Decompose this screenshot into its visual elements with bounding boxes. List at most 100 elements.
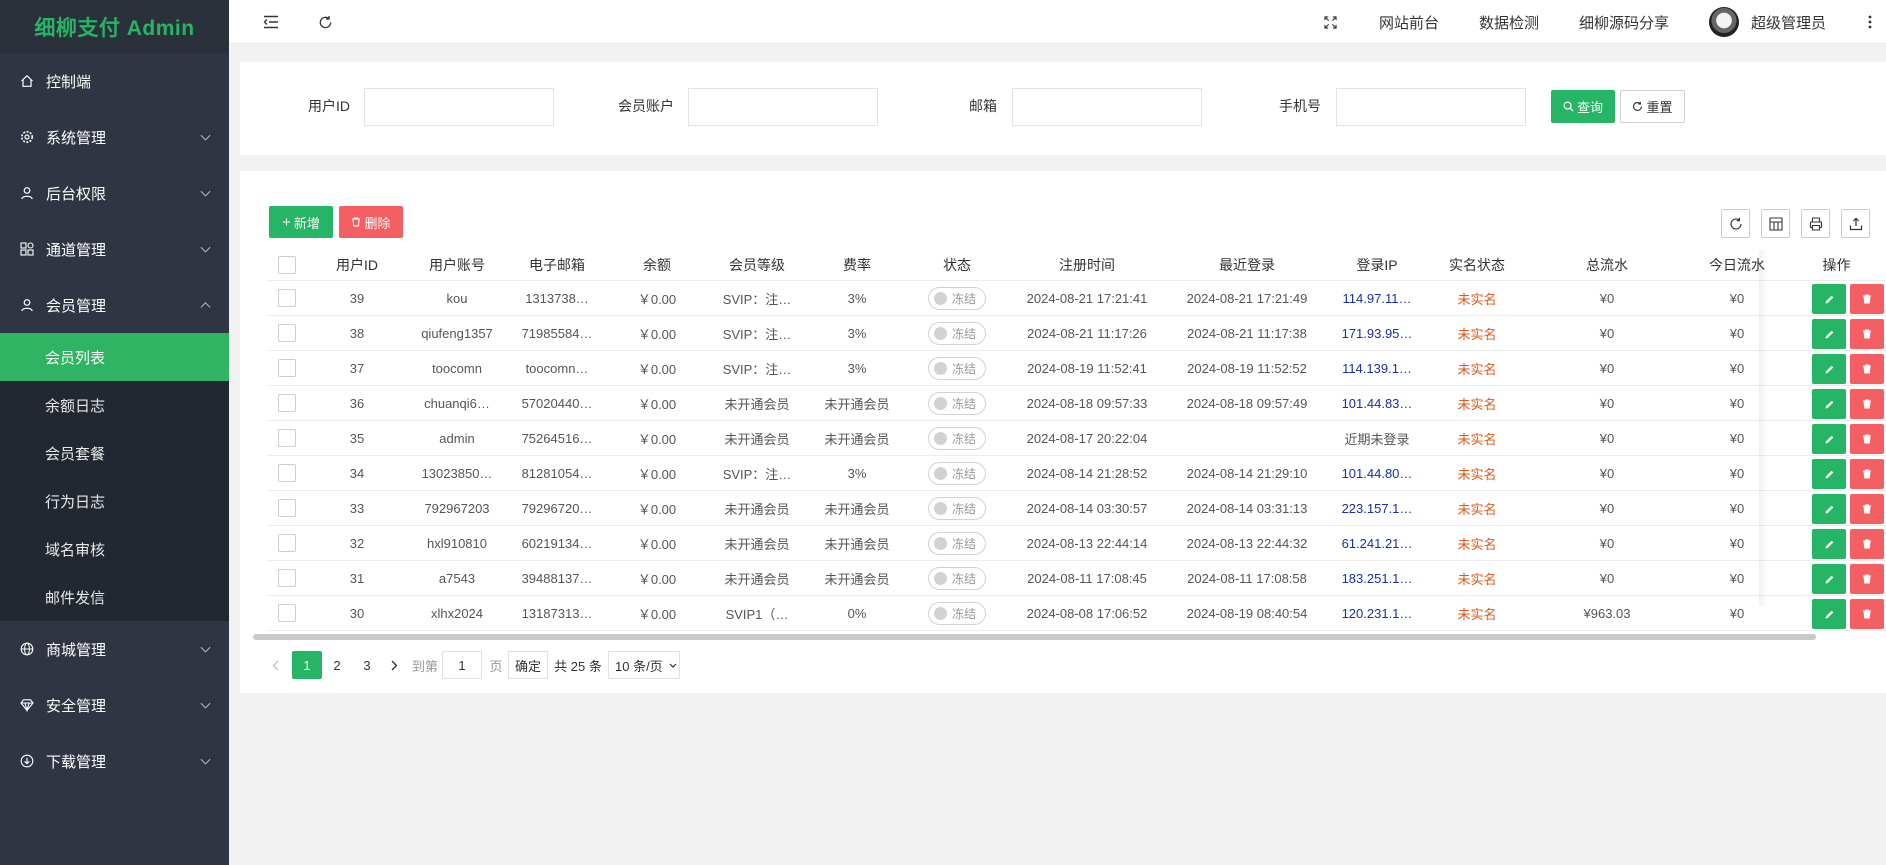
column-filter-button[interactable] xyxy=(1761,209,1790,238)
menu-item-dashboard[interactable]: 控制端 xyxy=(0,53,229,109)
sidebar-item-member-list[interactable]: 会员列表 xyxy=(0,333,229,381)
query-button[interactable]: 查询 xyxy=(1551,90,1615,123)
collapse-sidebar-button[interactable] xyxy=(263,0,279,44)
user-id-input[interactable] xyxy=(364,88,554,126)
edit-button[interactable] xyxy=(1812,319,1846,349)
edit-button[interactable] xyxy=(1812,564,1846,594)
delete-button[interactable]: 删除 xyxy=(339,206,403,238)
delete-row-button[interactable] xyxy=(1850,564,1884,594)
delete-row-button[interactable] xyxy=(1850,529,1884,559)
row-checkbox[interactable] xyxy=(278,324,296,342)
status-switch[interactable]: 冻结 xyxy=(928,531,986,555)
next-page-button[interactable] xyxy=(382,651,406,679)
edit-button[interactable] xyxy=(1812,459,1846,489)
row-checkbox[interactable] xyxy=(278,569,296,587)
header-link-site-front[interactable]: 网站前台 xyxy=(1379,0,1439,44)
menu-item-permissions[interactable]: 后台权限 xyxy=(0,165,229,221)
status-switch[interactable]: 冻结 xyxy=(928,566,986,590)
edit-button[interactable] xyxy=(1812,424,1846,454)
delete-row-button[interactable] xyxy=(1850,354,1884,384)
phone-input[interactable] xyxy=(1336,88,1526,126)
status-switch[interactable]: 冻结 xyxy=(928,496,986,520)
goto-confirm-button[interactable]: 确定 xyxy=(508,651,548,679)
status-switch[interactable]: 冻结 xyxy=(928,286,986,310)
status-switch[interactable]: 冻结 xyxy=(928,391,986,415)
pencil-icon xyxy=(1825,295,1833,303)
cell-total-flow: ¥0 xyxy=(1599,325,1615,341)
row-checkbox[interactable] xyxy=(278,464,296,482)
prev-page-button[interactable] xyxy=(264,651,286,679)
row-checkbox[interactable] xyxy=(278,534,296,552)
user-menu[interactable]: 超级管理员 xyxy=(1709,0,1826,44)
page-size-select[interactable]: 10 条/页 xyxy=(608,651,680,679)
horizontal-scrollbar[interactable] xyxy=(253,634,1816,640)
edit-button[interactable] xyxy=(1812,599,1846,629)
status-switch[interactable]: 冻结 xyxy=(928,461,986,485)
edit-button[interactable] xyxy=(1812,354,1846,384)
fixed-column-shadow xyxy=(1759,250,1767,606)
header-link-source-share[interactable]: 细柳源码分享 xyxy=(1579,0,1669,44)
sidebar-item-behavior-log[interactable]: 行为日志 xyxy=(0,477,229,525)
row-checkbox[interactable] xyxy=(278,394,296,412)
delete-row-button[interactable] xyxy=(1850,319,1884,349)
sidebar-item-mail-sending[interactable]: 邮件发信 xyxy=(0,573,229,621)
edit-button[interactable] xyxy=(1812,284,1846,314)
cell-last-login: 2024-08-21 17:21:49 xyxy=(1186,290,1308,306)
sidebar-item-member-plans[interactable]: 会员套餐 xyxy=(0,429,229,477)
sidebar-item-domain-review[interactable]: 域名审核 xyxy=(0,525,229,573)
menu-item-members[interactable]: 会员管理 xyxy=(0,277,229,333)
cell-rate: 3% xyxy=(847,325,867,341)
pencil-icon xyxy=(1825,470,1833,478)
status-switch[interactable]: 冻结 xyxy=(928,426,986,450)
header-link-data-check[interactable]: 数据检测 xyxy=(1479,0,1539,44)
email-input[interactable] xyxy=(1012,88,1202,126)
more-menu-button[interactable] xyxy=(1868,0,1872,44)
fullscreen-button[interactable] xyxy=(1324,0,1337,44)
delete-row-button[interactable] xyxy=(1850,599,1884,629)
member-account-input[interactable] xyxy=(688,88,878,126)
menu-item-system[interactable]: 系统管理 xyxy=(0,109,229,165)
edit-button[interactable] xyxy=(1812,494,1846,524)
cell-login-ip: 171.93.95… xyxy=(1341,325,1413,341)
refresh-page-button[interactable] xyxy=(318,0,333,44)
delete-row-button[interactable] xyxy=(1850,424,1884,454)
cell-total-flow: ¥0 xyxy=(1599,395,1615,411)
menu-item-security[interactable]: 安全管理 xyxy=(0,677,229,733)
cell-user-id: 34 xyxy=(349,465,365,481)
total-count: 共 25 条 xyxy=(554,658,602,674)
sidebar-item-balance-log[interactable]: 余额日志 xyxy=(0,381,229,429)
add-button[interactable]: + 新增 xyxy=(269,206,333,238)
page-3-button[interactable]: 3 xyxy=(352,651,382,679)
delete-row-button[interactable] xyxy=(1850,389,1884,419)
table-refresh-button[interactable] xyxy=(1721,209,1750,238)
export-button[interactable] xyxy=(1841,209,1870,238)
reset-button[interactable]: 重置 xyxy=(1620,90,1685,123)
row-checkbox[interactable] xyxy=(278,499,296,517)
cell-account: toocomn xyxy=(432,360,482,376)
delete-row-button[interactable] xyxy=(1850,284,1884,314)
delete-row-button[interactable] xyxy=(1850,459,1884,489)
page-1-button[interactable]: 1 xyxy=(292,651,322,679)
select-all-checkbox[interactable] xyxy=(278,256,296,274)
cell-last-login xyxy=(1167,421,1327,455)
row-checkbox[interactable] xyxy=(278,289,296,307)
edit-button[interactable] xyxy=(1812,389,1846,419)
col-header-status: 状态 xyxy=(943,257,971,273)
menu-item-shop[interactable]: 商城管理 xyxy=(0,621,229,677)
email-label: 邮箱 xyxy=(969,98,997,114)
cell-rate: 3% xyxy=(847,465,867,481)
row-checkbox[interactable] xyxy=(278,359,296,377)
print-button[interactable] xyxy=(1801,209,1830,238)
edit-button[interactable] xyxy=(1812,529,1846,559)
status-switch[interactable]: 冻结 xyxy=(928,321,986,345)
row-checkbox[interactable] xyxy=(278,604,296,622)
status-switch[interactable]: 冻结 xyxy=(928,356,986,380)
cell-rate: 未开通会员 xyxy=(824,501,890,517)
menu-item-channels[interactable]: 通道管理 xyxy=(0,221,229,277)
goto-page-input[interactable]: 1 xyxy=(442,651,482,679)
delete-row-button[interactable] xyxy=(1850,494,1884,524)
row-checkbox[interactable] xyxy=(278,429,296,447)
status-switch[interactable]: 冻结 xyxy=(928,601,986,625)
page-2-button[interactable]: 2 xyxy=(322,651,352,679)
menu-item-downloads[interactable]: 下载管理 xyxy=(0,733,229,789)
